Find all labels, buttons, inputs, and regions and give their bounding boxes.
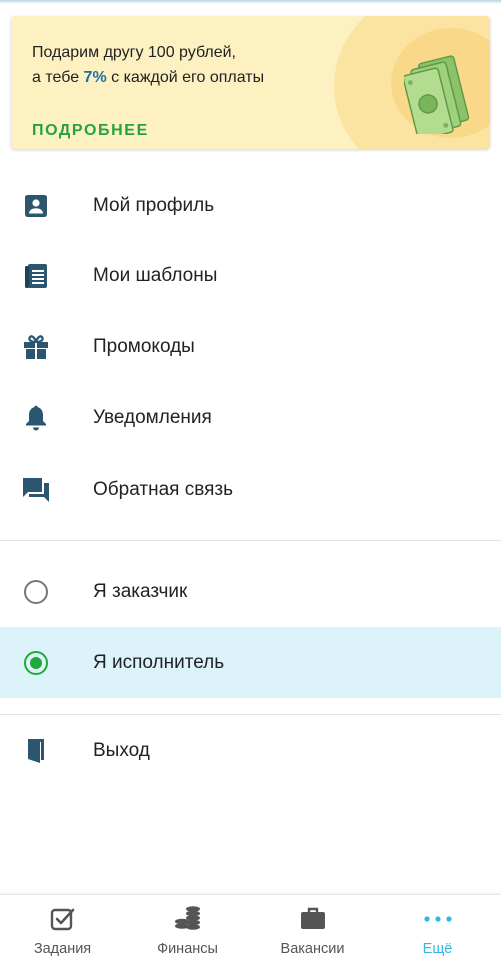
menu-divider: [0, 714, 501, 715]
promo-percent: 7%: [83, 69, 107, 86]
nav-tab-tasks[interactable]: Задания: [0, 895, 125, 961]
menu-item-label: Мои шаблоны: [93, 265, 218, 286]
nav-tab-finances[interactable]: Финансы: [125, 895, 250, 961]
menu-item-label: Уведомления: [93, 407, 212, 428]
menu-item-notifications[interactable]: Уведомления: [0, 388, 501, 448]
coins-icon: [125, 905, 250, 933]
promo-line-2: а тебе 7% с каждой его оплаты: [32, 65, 264, 90]
role-option-customer[interactable]: Я заказчик: [0, 562, 501, 622]
exit-door-icon: [22, 737, 50, 765]
promo-line-2-end: с каждой его оплаты: [106, 69, 265, 86]
nav-tab-label: Вакансии: [280, 941, 345, 957]
money-bills-icon: [404, 55, 470, 134]
briefcase-icon: [250, 905, 375, 933]
top-shadow-line: [0, 0, 501, 4]
menu-item-label: Промокоды: [93, 336, 195, 357]
nav-tab-label: Финансы: [157, 941, 218, 957]
promo-line-2-start: а тебе: [32, 69, 84, 86]
menu-item-promocodes[interactable]: Промокоды: [0, 317, 501, 377]
role-option-executor[interactable]: Я исполнитель: [0, 627, 501, 698]
bottom-navigation-bar: Задания Финансы Вакансии Ещё: [0, 894, 501, 961]
menu-item-profile[interactable]: Мой профиль: [0, 176, 501, 236]
menu-item-label: Обратная связь: [93, 479, 233, 500]
role-label: Я заказчик: [93, 581, 188, 602]
promo-line-1: Подарим другу 100 рублей,: [32, 44, 236, 61]
checkbox-icon: [0, 905, 125, 933]
templates-icon: [22, 262, 50, 290]
menu-item-feedback[interactable]: Обратная связь: [0, 460, 501, 520]
feedback-icon: [22, 476, 50, 504]
promo-text: Подарим другу 100 рублей, а тебе 7% с ка…: [32, 40, 264, 90]
menu-divider: [0, 540, 501, 541]
role-label: Я исполнитель: [93, 651, 225, 673]
gift-icon: [22, 333, 50, 361]
nav-tab-more[interactable]: Ещё: [375, 895, 500, 961]
nav-tab-label: Ещё: [422, 941, 453, 957]
radio-selected-icon[interactable]: [22, 649, 50, 677]
more-dots-icon: [375, 905, 500, 933]
profile-icon: [22, 192, 50, 220]
menu-item-templates[interactable]: Мои шаблоны: [0, 246, 501, 306]
radio-unselected-icon[interactable]: [22, 578, 50, 606]
nav-tab-label: Задания: [33, 941, 92, 957]
menu-item-label: Мой профиль: [93, 195, 215, 216]
promo-more-link[interactable]: ПОДРОБНЕЕ: [32, 122, 149, 140]
bell-icon: [22, 404, 50, 432]
logout-button[interactable]: Выход: [0, 721, 501, 781]
nav-tab-vacancies[interactable]: Вакансии: [250, 895, 375, 961]
referral-promo-banner[interactable]: Подарим другу 100 рублей, а тебе 7% с ка…: [11, 16, 490, 149]
logout-label: Выход: [93, 740, 150, 761]
